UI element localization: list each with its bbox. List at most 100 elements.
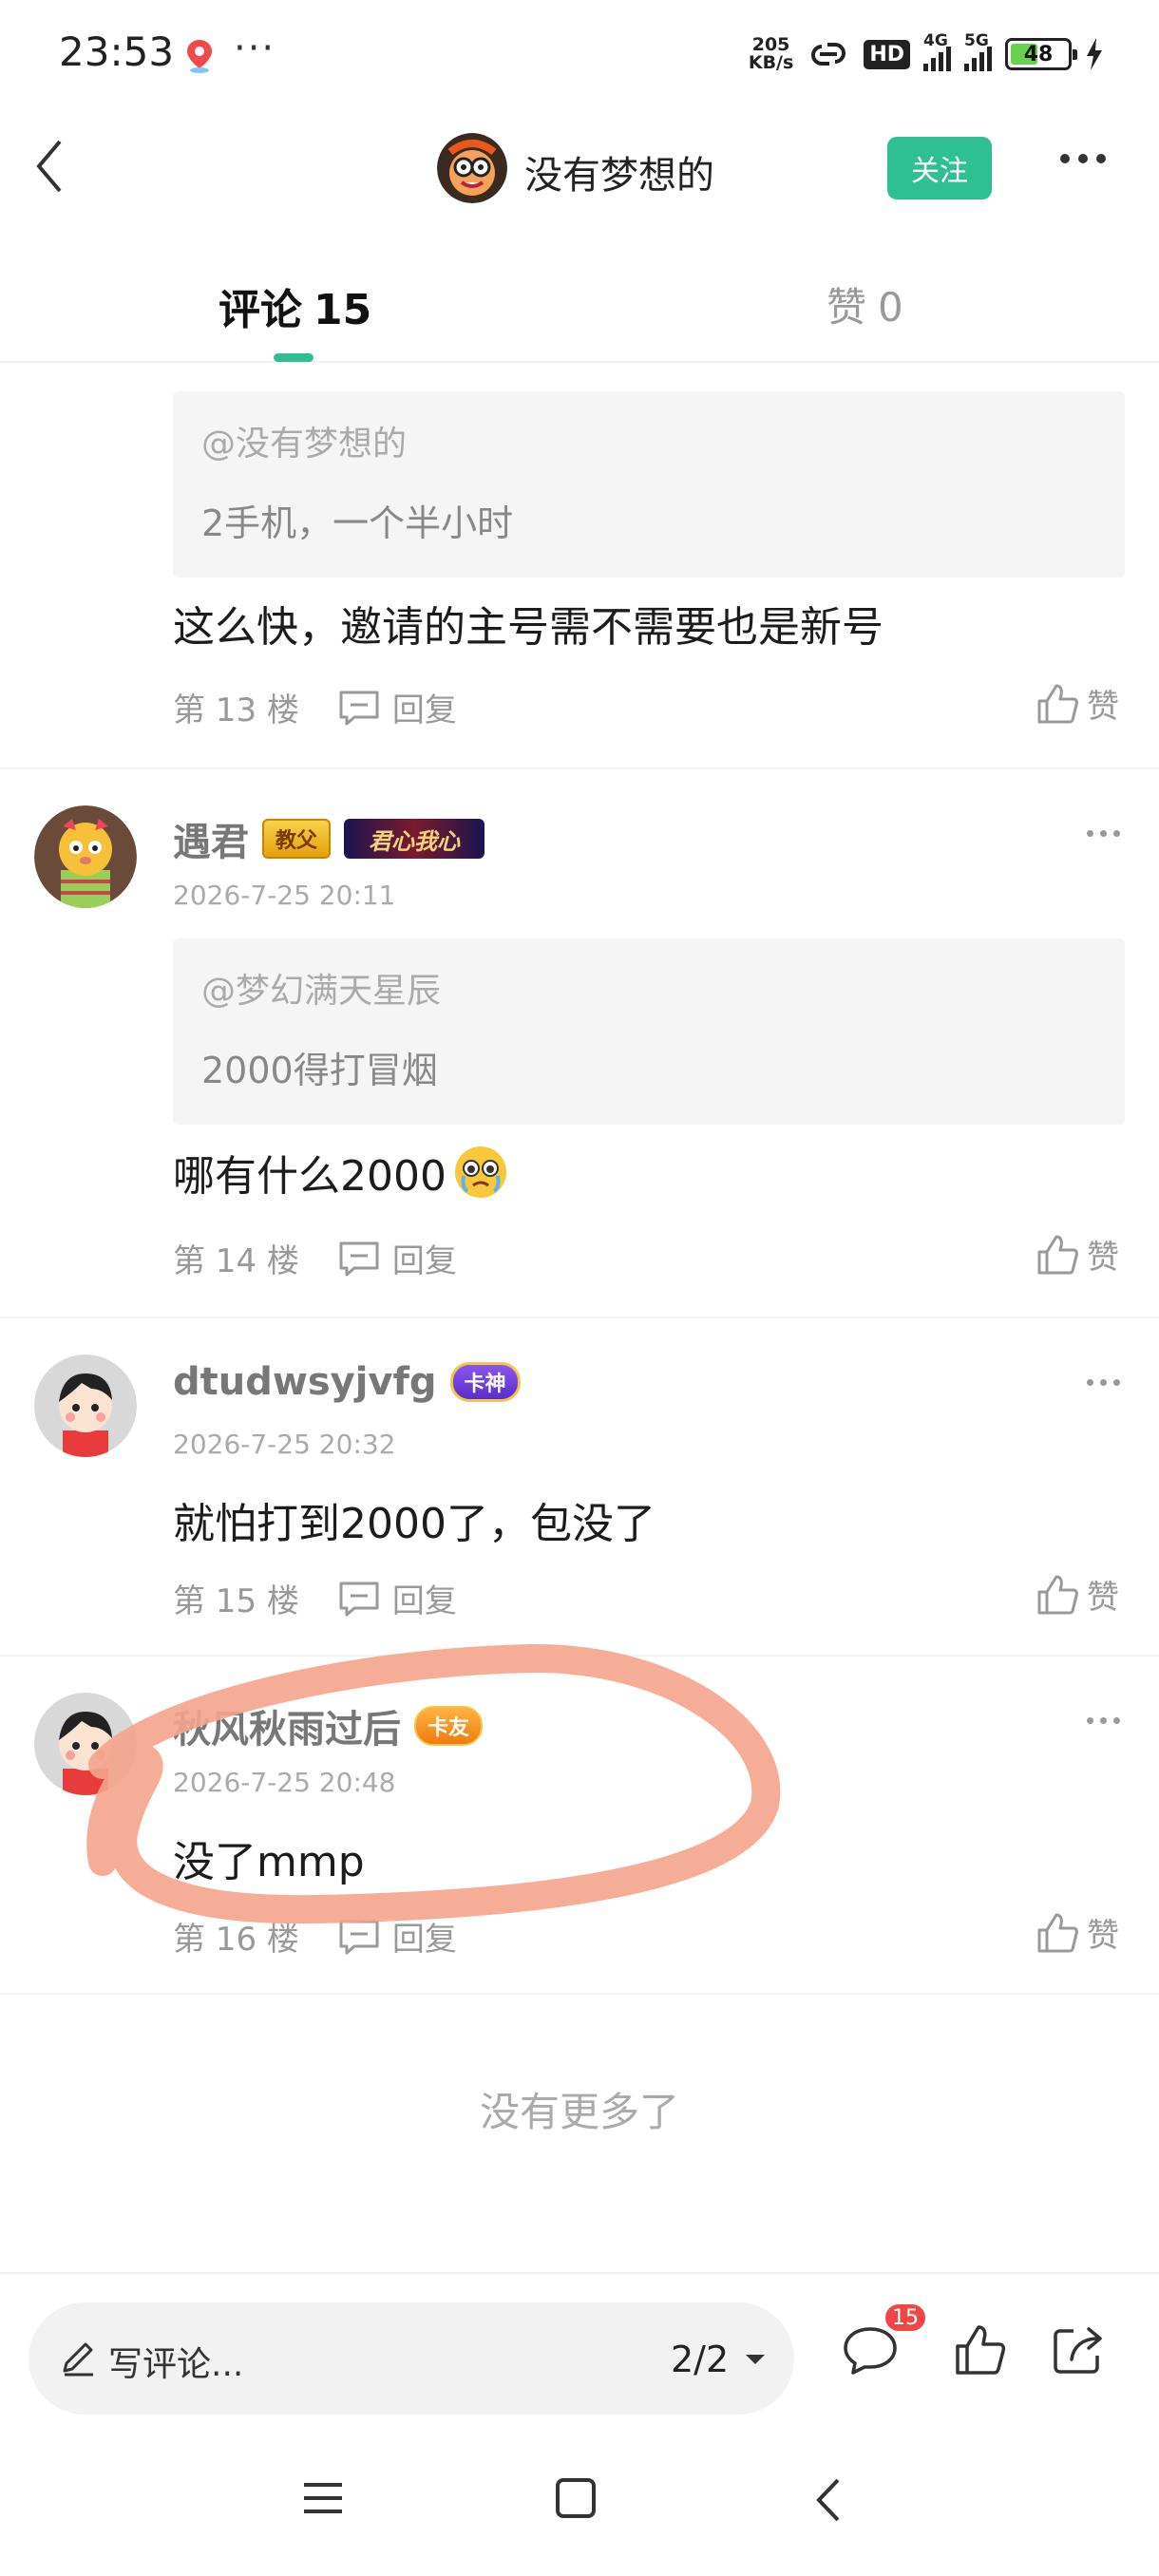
username-row: 秋风秋雨过后 卡友: [173, 1698, 484, 1753]
divider: [0, 1655, 1159, 1657]
home-square-icon[interactable]: [555, 2477, 597, 2519]
more-options-button[interactable]: [1060, 154, 1106, 163]
dot: [1087, 830, 1093, 837]
dot: [1060, 154, 1070, 163]
username[interactable]: 秋风秋雨过后: [173, 1698, 401, 1753]
comment-time: 2026-7-25 20:48: [173, 1767, 396, 1798]
cartoon-avatar-icon: [437, 133, 507, 203]
comment-meta: 第 15 楼 回复: [173, 1575, 457, 1621]
avatar[interactable]: [34, 1693, 137, 1795]
reply-button[interactable]: 回复: [337, 1913, 457, 1960]
username-row: 遇君 教父 君心我心: [173, 811, 485, 866]
like-button[interactable]: 赞: [1036, 1571, 1119, 1618]
menu-icon[interactable]: [302, 2477, 344, 2519]
title-badge: 卡友: [414, 1706, 484, 1746]
comment-text-content: 就怕打到2000了，包没了: [173, 1500, 656, 1548]
like-button[interactable]: 赞: [1036, 1231, 1119, 1278]
title-badge: 教父: [262, 819, 332, 859]
charging-bolt-icon: [1087, 38, 1102, 70]
signal-bar: [931, 58, 936, 71]
quoted-reply[interactable]: @没有梦想的 2手机，一个半小时: [173, 391, 1125, 578]
comment-bubble-icon[interactable]: [842, 2323, 899, 2377]
reply-label: 回复: [391, 691, 457, 729]
quote-text: 2000得打冒烟: [201, 1050, 438, 1091]
signal-4g-label: 4G: [923, 31, 948, 50]
reply-button[interactable]: 回复: [337, 684, 457, 730]
comment-more-button[interactable]: [1087, 830, 1120, 837]
page-selector[interactable]: 2/2: [671, 2339, 767, 2380]
page-title: 没有梦想的: [524, 154, 714, 198]
follow-button[interactable]: 关注: [887, 137, 992, 199]
comment-text: 没了mmp: [173, 1828, 365, 1888]
quote-text: 2手机，一个半小时: [201, 502, 514, 544]
comment-text: 这么快，邀请的主号需不需要也是新号: [173, 593, 884, 653]
reply-bubble-icon: [339, 691, 379, 725]
signal-bar: [964, 64, 969, 71]
battery-level: 48: [1023, 42, 1054, 66]
system-navigation-bar: [0, 2451, 1159, 2576]
username[interactable]: 遇君: [173, 811, 249, 866]
comment-text: 就怕打到2000了，包没了: [173, 1489, 656, 1550]
tab-likes-count: 0: [878, 284, 903, 331]
signal-bar: [972, 58, 977, 71]
divider: [0, 1993, 1159, 1995]
dot: [1100, 1717, 1107, 1724]
quote-username: @没有梦想的: [201, 425, 408, 464]
signal-bar: [923, 64, 928, 71]
link-icon: [811, 43, 846, 66]
reply-label: 回复: [391, 1921, 457, 1959]
tab-comments[interactable]: 评论 15: [218, 275, 371, 336]
avatar[interactable]: [34, 1354, 137, 1457]
crying-face-emoji-icon: [454, 1146, 506, 1198]
net-speed: 205 KB/s: [749, 36, 793, 72]
username[interactable]: dtudwsyjvfg: [173, 1360, 437, 1404]
reply-button[interactable]: 回复: [337, 1575, 457, 1621]
dot: [1113, 830, 1120, 837]
title-badge: 卡神: [449, 1362, 521, 1402]
tab-likes[interactable]: 赞 0: [826, 275, 903, 333]
reply-bubble-icon: [339, 1582, 379, 1616]
chevron-left-icon: [36, 140, 62, 193]
dot: [1096, 154, 1106, 163]
signal-4g-icon: 4G: [923, 31, 951, 71]
comment-more-button[interactable]: [1087, 1379, 1120, 1386]
bottom-action-bar: 写评论... 2/2 15: [0, 2272, 1159, 2443]
status-bar: 23:53 ··· 205 KB/s HD 4G 5G 48: [0, 0, 1159, 104]
net-speed-unit: KB/s: [748, 52, 794, 73]
floor-number: 第 16 楼: [173, 1921, 299, 1959]
like-button[interactable]: 赞: [1036, 1909, 1119, 1956]
status-time: 23:53: [59, 28, 175, 75]
comment-text-content: 哪有什么2000: [173, 1152, 446, 1201]
dot: [1087, 1379, 1093, 1386]
cartoon-girl-avatar-icon: [34, 805, 137, 908]
comment-count-badge: 15: [884, 2302, 927, 2333]
avatar[interactable]: [34, 805, 137, 908]
like-button[interactable]: 赞: [1036, 680, 1119, 727]
thumbs-up-icon: [1037, 1575, 1078, 1614]
back-button[interactable]: [21, 133, 78, 199]
dot: [1100, 1379, 1107, 1386]
thumbs-up-icon: [1037, 1235, 1078, 1274]
divider: [0, 767, 1159, 769]
comment-time: 2026-7-25 20:11: [173, 880, 396, 911]
active-tab-indicator: [274, 353, 314, 362]
dot: [1087, 1717, 1093, 1724]
dot: [1113, 1379, 1120, 1386]
thumbs-up-icon[interactable]: [954, 2323, 1007, 2377]
custom-badge: 君心我心: [344, 819, 485, 859]
back-chevron-icon[interactable]: [813, 2477, 842, 2523]
write-comment-input[interactable]: 写评论... 2/2: [28, 2302, 794, 2415]
like-label: 赞: [1087, 688, 1119, 726]
tab-comments-label: 评论: [218, 286, 302, 334]
author-avatar[interactable]: [437, 133, 507, 203]
status-more-dots: ···: [234, 27, 276, 70]
signal-bar: [939, 52, 943, 71]
dot: [1113, 1717, 1120, 1724]
reply-button[interactable]: 回复: [337, 1235, 457, 1281]
share-icon[interactable]: [1051, 2323, 1106, 2377]
quoted-reply[interactable]: @梦幻满天星辰 2000得打冒烟: [173, 938, 1125, 1125]
divider: [0, 1316, 1159, 1318]
comment-more-button[interactable]: [1087, 1717, 1120, 1724]
reply-label: 回复: [391, 1242, 457, 1280]
cartoon-boy-avatar-icon: [34, 1693, 137, 1795]
